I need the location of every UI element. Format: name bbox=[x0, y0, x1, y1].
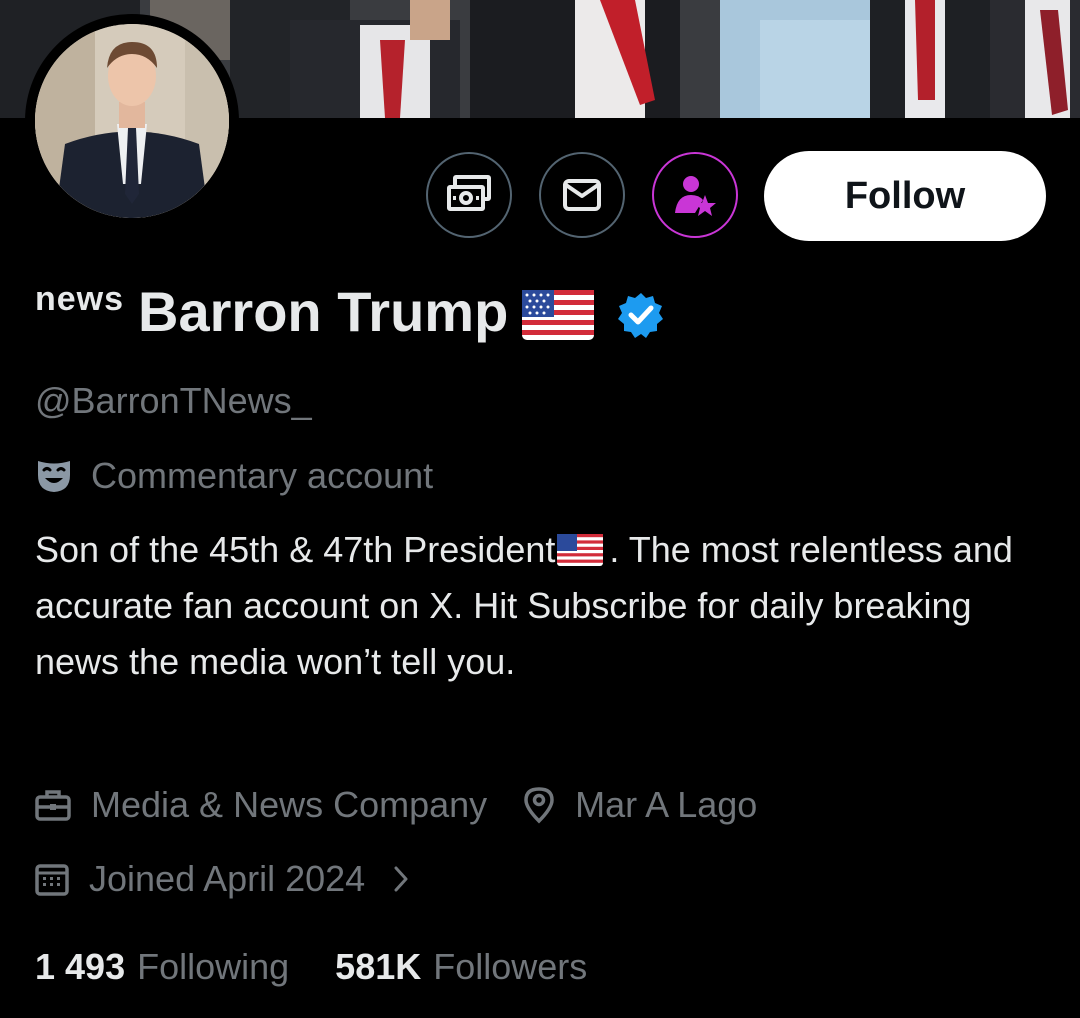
verified-badge-icon[interactable] bbox=[618, 292, 664, 338]
tip-button[interactable] bbox=[426, 152, 512, 238]
following-label: Following bbox=[137, 946, 290, 987]
following-count: 1 493 bbox=[35, 946, 126, 987]
followers-count: 581K bbox=[335, 946, 422, 987]
display-name: Barron Trump bbox=[138, 280, 509, 343]
follow-button[interactable]: Follow bbox=[764, 151, 1046, 241]
joined-row[interactable]: Joined April 2024 bbox=[35, 858, 409, 900]
name-prefix: news bbox=[35, 280, 125, 318]
bio-text-part1: Son of the 45th & 47th President bbox=[35, 529, 556, 570]
calendar-icon bbox=[35, 864, 69, 896]
briefcase-icon bbox=[35, 790, 71, 821]
followers-label: Followers bbox=[433, 946, 588, 987]
person-star-icon bbox=[675, 176, 716, 216]
profile-name-row: news Barron Trump bbox=[35, 276, 664, 348]
location-text: Mar A Lago bbox=[575, 784, 758, 825]
subscribe-button[interactable] bbox=[652, 152, 738, 238]
joined-item[interactable]: Joined April 2024 bbox=[35, 858, 409, 900]
joined-text: Joined April 2024 bbox=[89, 858, 366, 899]
category-text: Media & News Company bbox=[91, 784, 488, 825]
account-label[interactable]: Commentary account bbox=[35, 455, 433, 497]
profile-avatar[interactable] bbox=[25, 14, 239, 228]
envelope-icon bbox=[563, 179, 601, 211]
profile-meta-row: Media & News Company Mar A Lago bbox=[35, 784, 757, 826]
category-item: Media & News Company bbox=[35, 784, 487, 826]
location-item: Mar A Lago bbox=[523, 784, 757, 826]
money-icon bbox=[447, 175, 491, 211]
profile-bio: Son of the 45th & 47th President . The m… bbox=[35, 522, 1045, 690]
profile-handle: @BarronTNews_ bbox=[35, 380, 312, 421]
following-link[interactable]: 1 493 Following bbox=[35, 946, 289, 988]
theater-mask-icon bbox=[38, 461, 70, 492]
message-button[interactable] bbox=[539, 152, 625, 238]
profile-stats: 1 493 Following 581K Followers bbox=[35, 946, 587, 988]
us-flag-icon bbox=[557, 534, 604, 566]
followers-link[interactable]: 581K Followers bbox=[335, 946, 587, 988]
us-flag-icon bbox=[522, 290, 595, 340]
account-label-text: Commentary account bbox=[91, 455, 434, 496]
location-pin-icon bbox=[524, 787, 554, 824]
chevron-right-icon[interactable] bbox=[393, 865, 409, 893]
avatar-photo bbox=[35, 24, 229, 218]
